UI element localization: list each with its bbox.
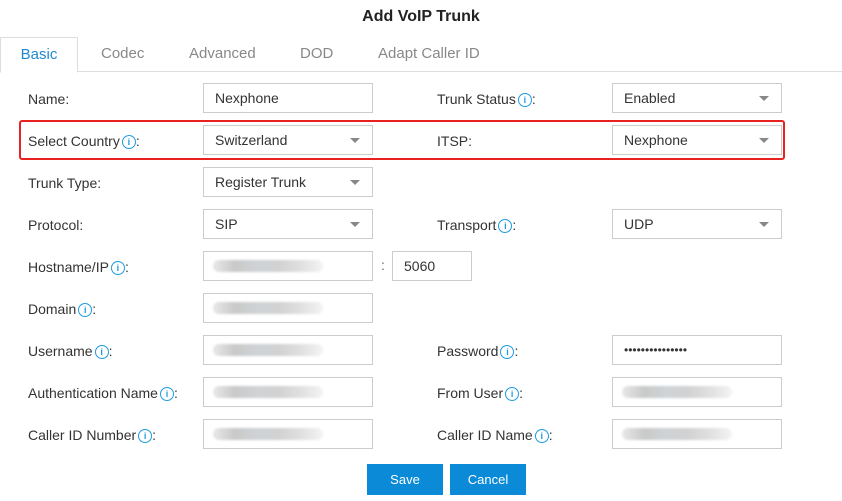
info-icon[interactable]: i [121, 135, 136, 149]
info-icon[interactable]: i [505, 387, 520, 401]
select-country-select[interactable]: Switzerland [203, 125, 373, 155]
from-user-label: From User i: [437, 384, 523, 402]
domain-input[interactable] [203, 293, 373, 323]
colon: : [512, 217, 517, 233]
protocol-value: SIP [215, 216, 238, 232]
colon: : [135, 133, 140, 149]
tab-bar: Basic Codec Advanced DOD Adapt Caller ID [0, 37, 842, 73]
itsp-value: Nexphone [624, 132, 688, 148]
caller-id-name-label: Caller ID Name i: [437, 426, 553, 444]
colon: : [152, 427, 157, 443]
caret-down-icon [350, 138, 360, 143]
trunk-type-label: Trunk Type: [28, 175, 102, 191]
tab-advanced[interactable]: Advanced [189, 37, 256, 71]
cancel-button[interactable]: Cancel [450, 464, 526, 495]
domain-label: Domain i: [28, 300, 96, 318]
save-button[interactable]: Save [367, 464, 443, 495]
username-label: Username i: [28, 342, 112, 360]
colon: : [514, 343, 519, 359]
redacted-value [213, 302, 323, 314]
transport-value: UDP [624, 216, 654, 232]
caller-id-name-input[interactable] [612, 419, 782, 449]
info-icon[interactable]: i [517, 93, 532, 107]
info-icon[interactable]: i [500, 345, 515, 359]
caret-down-icon [350, 180, 360, 185]
redacted-value [213, 386, 323, 398]
transport-label: Transport i: [437, 216, 516, 234]
colon: : [108, 343, 113, 359]
colon: : [124, 259, 129, 275]
password-input[interactable]: ••••••••••••••• [612, 335, 782, 365]
trunk-type-select[interactable]: Register Trunk [203, 167, 373, 197]
select-country-label-text: Select Country [28, 133, 120, 149]
username-input[interactable] [203, 335, 373, 365]
trunk-status-label: Trunk Status i: [437, 90, 536, 108]
transport-select[interactable]: UDP [612, 209, 782, 239]
tab-adapt-caller-id[interactable]: Adapt Caller ID [378, 37, 480, 71]
tab-basic[interactable]: Basic [0, 37, 78, 73]
from-user-input[interactable] [612, 377, 782, 407]
caret-down-icon [759, 96, 769, 101]
name-label: Name: [28, 91, 70, 107]
select-country-label: Select Country i: [28, 132, 140, 150]
redacted-value [213, 260, 323, 272]
caret-down-icon [350, 222, 360, 227]
password-label: Password i: [437, 342, 518, 360]
caller-id-number-input[interactable] [203, 419, 373, 449]
dialog-title: Add VoIP Trunk [362, 8, 480, 25]
port-value: 5060 [404, 258, 436, 274]
auth-name-input[interactable] [203, 377, 373, 407]
name-value: Nexphone [215, 90, 279, 106]
trunk-type-value: Register Trunk [215, 174, 307, 190]
info-icon[interactable]: i [78, 303, 93, 317]
colon: : [92, 301, 97, 317]
caret-down-icon [759, 138, 769, 143]
protocol-label: Protocol: [28, 217, 84, 233]
trunk-status-select[interactable]: Enabled [612, 83, 782, 113]
itsp-label: ITSP: [437, 133, 473, 149]
hostname-label: Hostname/IP i: [28, 258, 129, 276]
trunk-status-value: Enabled [624, 90, 676, 106]
tab-dod[interactable]: DOD [300, 37, 333, 71]
password-value: ••••••••••••••• [624, 343, 688, 357]
info-icon[interactable]: i [534, 429, 549, 443]
trunk-status-label-text: Trunk Status [437, 91, 516, 107]
redacted-value [622, 386, 732, 398]
redacted-value [213, 344, 323, 356]
caller-id-number-label: Caller ID Number i: [28, 426, 156, 444]
colon: : [548, 427, 553, 443]
colon: : [531, 91, 536, 107]
caret-down-icon [759, 222, 769, 227]
domain-label-text: Domain [28, 301, 77, 317]
info-icon[interactable]: i [94, 345, 109, 359]
hostname-label-text: Hostname/IP [28, 259, 109, 275]
auth-name-label: Authentication Name i: [28, 384, 178, 402]
port-input[interactable]: 5060 [392, 251, 472, 281]
password-label-text: Password [437, 343, 499, 359]
redacted-value [622, 428, 732, 440]
transport-label-text: Transport [437, 217, 497, 233]
from-user-label-text: From User [437, 385, 504, 401]
protocol-select[interactable]: SIP [203, 209, 373, 239]
redacted-value [213, 428, 323, 440]
port-separator: : [381, 257, 385, 273]
hostname-input[interactable] [203, 251, 373, 281]
info-icon[interactable]: i [110, 261, 125, 275]
info-icon[interactable]: i [138, 429, 153, 443]
caller-id-number-label-text: Caller ID Number [28, 427, 137, 443]
info-icon[interactable]: i [159, 387, 174, 401]
auth-name-label-text: Authentication Name [28, 385, 158, 401]
caller-id-name-label-text: Caller ID Name [437, 427, 533, 443]
itsp-select[interactable]: Nexphone [612, 125, 782, 155]
colon: : [519, 385, 524, 401]
colon: : [173, 385, 178, 401]
username-label-text: Username [28, 343, 93, 359]
info-icon[interactable]: i [498, 219, 513, 233]
name-input[interactable]: Nexphone [203, 83, 373, 113]
tab-codec[interactable]: Codec [101, 37, 144, 71]
select-country-value: Switzerland [215, 132, 288, 148]
